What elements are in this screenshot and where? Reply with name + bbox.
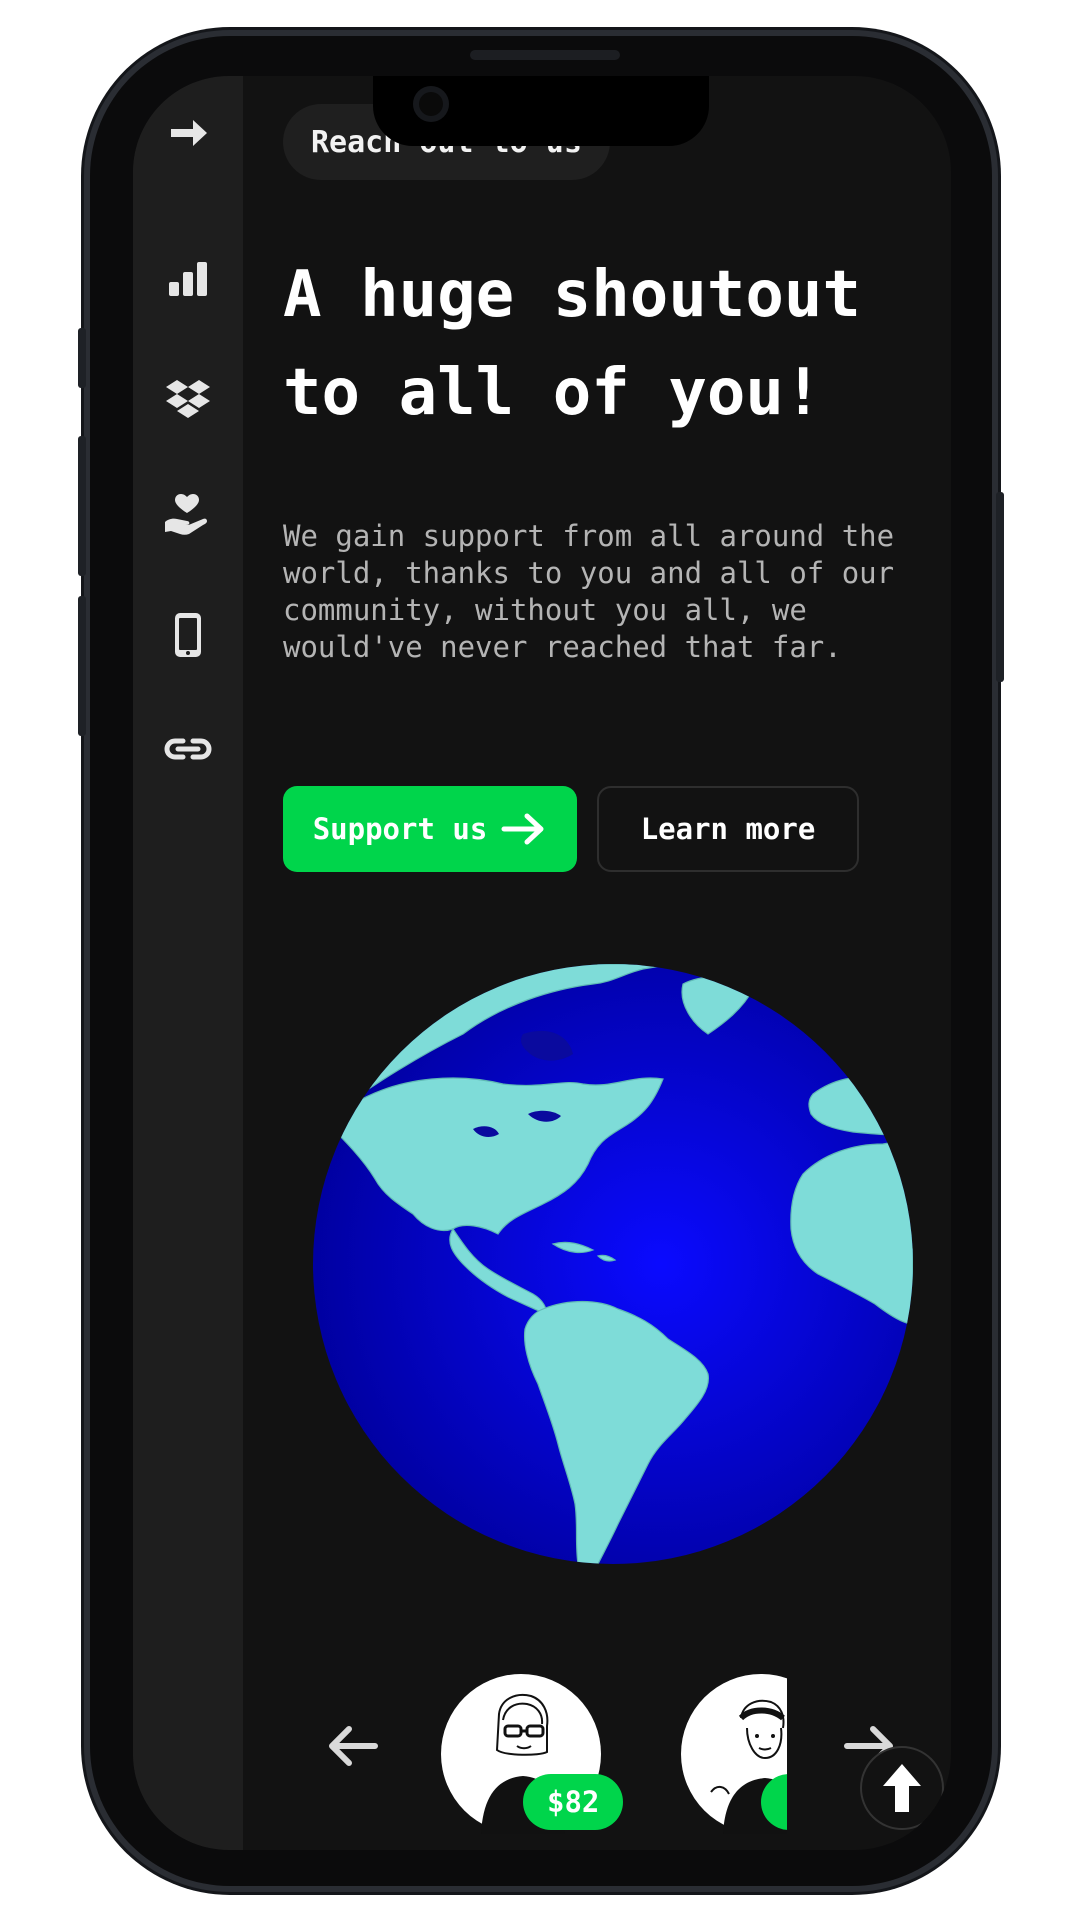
- arrow-right-icon: [501, 813, 544, 845]
- learn-more-button[interactable]: Learn more: [597, 786, 859, 872]
- hero-description: We gain support from all around the worl…: [283, 519, 895, 664]
- power-button: [996, 492, 1004, 682]
- mobile-icon[interactable]: [155, 602, 221, 668]
- bar-chart-icon[interactable]: [155, 246, 221, 312]
- learn-more-label: Learn more: [640, 812, 816, 846]
- supporter-avatar[interactable]: $82: [441, 1674, 624, 1834]
- supporter-amount: $: [785, 1785, 787, 1819]
- volume-up-button: [78, 436, 86, 576]
- arrow-left-icon: [329, 1726, 378, 1766]
- carousel-prev-button[interactable]: [323, 1716, 383, 1776]
- supporter-amount: $82: [547, 1785, 600, 1819]
- link-icon[interactable]: [155, 716, 221, 782]
- front-camera: [413, 86, 449, 122]
- app-screen: Reach out to us A huge shoutout to all o…: [133, 76, 951, 1850]
- speaker-grille: [470, 50, 620, 60]
- hand-heart-icon[interactable]: [155, 482, 221, 548]
- globe-illustration: [313, 964, 913, 1564]
- arrow-up-icon: [883, 1764, 921, 1812]
- notch: [373, 76, 709, 146]
- support-button[interactable]: Support us: [283, 786, 577, 872]
- scroll-to-top-button[interactable]: [860, 1746, 944, 1830]
- supporter-avatar[interactable]: $: [681, 1674, 787, 1834]
- arrow-right-icon[interactable]: [155, 100, 221, 166]
- dropbox-icon[interactable]: [155, 366, 221, 432]
- supporter-amount-badge: $82: [523, 1774, 624, 1830]
- supporter-carousel: $82 $: [441, 1674, 787, 1850]
- side-button-left: [78, 328, 86, 388]
- volume-down-button: [78, 596, 86, 736]
- sidebar: [133, 76, 243, 1850]
- page-title: A huge shoutout to all of you!: [283, 258, 861, 430]
- support-button-label: Support us: [312, 812, 488, 846]
